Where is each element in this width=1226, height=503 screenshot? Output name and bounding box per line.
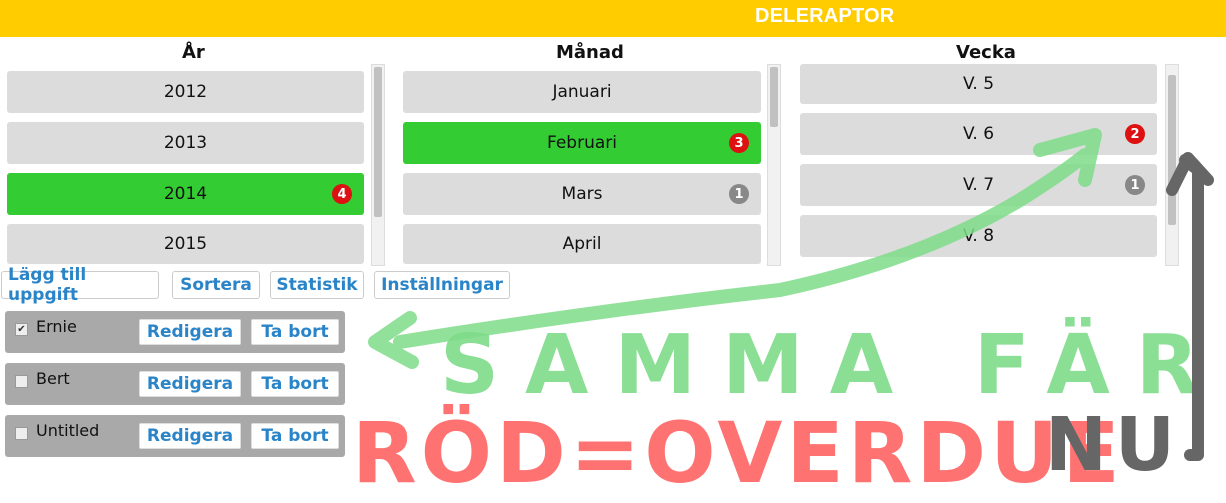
edit-task-button[interactable]: Redigera <box>139 319 241 345</box>
task-row: Untitled Redigera Ta bort <box>5 415 345 457</box>
task-name: Bert <box>36 369 70 388</box>
year-item-label: 2012 <box>163 82 208 102</box>
month-item-label: Mars <box>561 184 603 204</box>
year-item-label: 2013 <box>163 133 208 153</box>
overdue-count-badge: 3 <box>729 133 749 153</box>
sort-button[interactable]: Sortera <box>172 271 260 299</box>
month-item-april[interactable]: April <box>403 224 761 264</box>
app-header: DELERAPTOR <box>0 0 1226 37</box>
week-item-label: V. 8 <box>962 226 995 246</box>
year-item-2015[interactable]: 2015 <box>7 224 364 264</box>
week-column-heading: Vecka <box>956 42 1016 63</box>
week-item-label: V. 7 <box>962 175 995 195</box>
week-item-v6[interactable]: V. 6 2 <box>800 113 1157 155</box>
add-task-button[interactable]: Lägg till uppgift <box>1 265 159 305</box>
week-item-v5[interactable]: V. 5 <box>800 64 1157 104</box>
app-title: DELERAPTOR <box>755 5 895 27</box>
edit-task-button[interactable]: Redigera <box>139 371 241 397</box>
week-item-v7[interactable]: V. 7 1 <box>800 164 1157 206</box>
annotation-red-text: RÖD=OVERDUE <box>352 404 1124 502</box>
month-column-heading: Månad <box>556 42 624 63</box>
task-checkbox[interactable] <box>15 427 28 440</box>
year-scrollbar[interactable] <box>371 64 385 266</box>
task-name: Ernie <box>36 317 77 336</box>
week-item-label: V. 6 <box>962 124 995 144</box>
delete-task-button[interactable]: Ta bort <box>251 423 339 449</box>
overdue-count-badge: 4 <box>332 184 352 204</box>
year-item-2012[interactable]: 2012 <box>7 71 364 113</box>
year-scrollbar-thumb[interactable] <box>374 67 382 217</box>
overdue-count-badge: 2 <box>1125 124 1145 144</box>
month-item-label: Januari <box>552 82 612 102</box>
task-row: ✔ Ernie Redigera Ta bort <box>5 311 345 353</box>
month-scrollbar[interactable] <box>767 64 781 266</box>
week-item-v8[interactable]: V. 8 <box>800 215 1157 257</box>
month-scrollbar-thumb[interactable] <box>770 67 778 127</box>
month-item-januari[interactable]: Januari <box>403 71 761 113</box>
month-item-mars[interactable]: Mars 1 <box>403 173 761 215</box>
year-item-2014[interactable]: 2014 4 <box>7 173 364 215</box>
year-item-label: 2014 <box>163 184 208 204</box>
task-checkbox[interactable] <box>15 375 28 388</box>
task-count-badge: 1 <box>1125 175 1145 195</box>
month-item-label: Februari <box>547 133 617 153</box>
statistics-button[interactable]: Statistik <box>270 271 364 299</box>
task-row: Bert Redigera Ta bort <box>5 363 345 405</box>
settings-button[interactable]: Inställningar <box>374 271 510 299</box>
week-item-label: V. 5 <box>962 74 995 94</box>
delete-task-button[interactable]: Ta bort <box>251 319 339 345</box>
week-scrollbar-thumb[interactable] <box>1168 75 1176 225</box>
task-name: Untitled <box>36 421 100 440</box>
month-item-label: April <box>562 234 602 254</box>
delete-task-button[interactable]: Ta bort <box>251 371 339 397</box>
edit-task-button[interactable]: Redigera <box>139 423 241 449</box>
year-column-heading: År <box>182 42 205 63</box>
year-item-label: 2015 <box>163 234 208 254</box>
year-item-2013[interactable]: 2013 <box>7 122 364 164</box>
annotation-green-text: SAMMA FÄRG <box>440 317 1226 413</box>
month-item-februari[interactable]: Februari 3 <box>403 122 761 164</box>
week-scrollbar[interactable] <box>1165 64 1179 266</box>
task-count-badge: 1 <box>729 184 749 204</box>
annotation-gray-text: NU <box>1045 402 1183 488</box>
task-checkbox[interactable]: ✔ <box>15 323 28 336</box>
